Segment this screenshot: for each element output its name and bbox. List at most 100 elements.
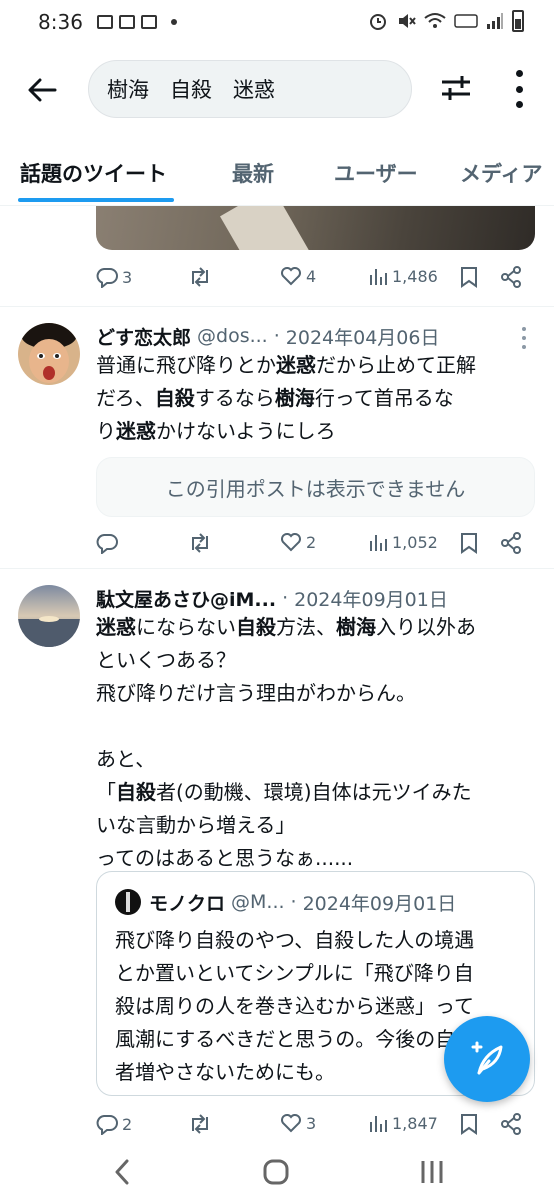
reply-count: 3	[122, 267, 133, 287]
signal-icon	[487, 13, 503, 29]
tab-top[interactable]: 話題のツイート	[20, 158, 167, 188]
tweet-text-line: といくつある？	[96, 648, 236, 672]
avatar-image	[18, 323, 80, 385]
author-handle[interactable]: @dos...	[197, 325, 268, 347]
notification-news-icon	[140, 15, 157, 29]
share-button[interactable]	[500, 532, 522, 554]
notification-dot-icon	[170, 19, 177, 25]
tweet-actions: 2 3 1,847	[96, 1113, 536, 1143]
bookmark-button[interactable]	[460, 532, 478, 554]
tweet-actions: 3 4 1,486	[96, 266, 536, 296]
tweet-text-line: り迷惑かけないようにしろ	[96, 419, 336, 443]
nav-recents-button[interactable]	[410, 1150, 454, 1194]
status-time: 8:36	[38, 10, 83, 34]
quoted-author-handle: @M...	[231, 891, 285, 913]
heart-icon	[281, 1114, 301, 1133]
views-button[interactable]: 1,486	[368, 266, 438, 286]
retweet-button[interactable]	[188, 532, 216, 554]
unavailable-quote-notice: この引用ポストは表示できません	[96, 457, 535, 517]
search-filter-button[interactable]	[438, 70, 474, 106]
alarm-icon	[370, 14, 386, 30]
view-count: 1,847	[392, 1113, 438, 1133]
quoted-author-name: モノクロ	[149, 892, 226, 915]
bookmark-icon	[461, 267, 477, 288]
system-navigation-bar	[0, 1140, 554, 1200]
tab-latest[interactable]: 最新	[232, 158, 274, 188]
compose-post-button[interactable]	[444, 1016, 530, 1102]
nav-back-button[interactable]	[100, 1150, 144, 1194]
author-name[interactable]: 駄文屋あさひ@iM...	[96, 585, 276, 612]
bookmark-icon	[461, 1114, 477, 1135]
more-vertical-icon-dot	[515, 85, 523, 93]
reply-count: 2	[122, 1114, 133, 1134]
views-button[interactable]: 1,847	[368, 1113, 438, 1133]
reply-icon	[96, 534, 118, 554]
retweet-button[interactable]	[188, 266, 216, 288]
views-button[interactable]: 1,052	[368, 532, 438, 552]
more-options-button[interactable]	[504, 70, 534, 108]
tweet-text-line: 迷惑にならない自殺方法、樹海入り以外あ	[96, 615, 476, 639]
search-header: 樹海 自殺 迷惑	[0, 58, 554, 120]
nav-home-button[interactable]	[254, 1150, 298, 1194]
bookmark-button[interactable]	[460, 266, 478, 288]
tweet-text-line: あと、	[96, 747, 156, 771]
reply-icon	[96, 1115, 118, 1135]
tab-people[interactable]: ユーザー	[334, 158, 418, 188]
views-icon	[370, 269, 387, 285]
reply-icon	[96, 268, 118, 288]
battery-icon	[512, 10, 524, 32]
reply-button[interactable]: 2	[96, 1113, 132, 1135]
sliders-icon	[442, 76, 470, 100]
quoted-text-line: 飛び降り自殺のやつ、自殺した人の境遇	[115, 928, 475, 952]
chevron-left-icon	[115, 1159, 129, 1185]
views-icon	[370, 1116, 387, 1132]
tab-media[interactable]: メディア	[460, 158, 543, 188]
heart-icon	[281, 267, 301, 286]
like-button[interactable]: 3	[280, 1113, 316, 1133]
share-icon	[501, 1113, 521, 1135]
tweet-text: 普通に飛び降りとか迷惑だから止めて正解 だろ、自殺するなら樹海行って首吊るな り…	[96, 349, 536, 448]
views-icon	[370, 535, 387, 551]
tweet-feed[interactable]: 3 4 1,486 どす恋太郎 @dos... · 2024年04月06日 普通…	[0, 206, 554, 1146]
share-icon	[501, 266, 521, 288]
tweet-divider	[0, 568, 554, 569]
tweet-header: どす恋太郎 @dos... · 2024年04月06日	[96, 321, 508, 351]
view-count: 1,486	[392, 266, 438, 286]
author-name[interactable]: どす恋太郎	[96, 323, 191, 350]
tweet-text-line: 普通に飛び降りとか迷惑だから止めて正解	[96, 353, 476, 377]
avatar[interactable]	[18, 323, 80, 385]
tweet-actions: 2 1,052	[96, 532, 536, 562]
quoted-avatar	[115, 889, 141, 915]
notification-mail-icon	[118, 15, 135, 29]
search-input[interactable]: 樹海 自殺 迷惑	[88, 60, 412, 118]
mute-icon	[399, 14, 416, 28]
tweet-text-line: 「自殺者(の動機、環境)自体は元ツイみた	[96, 780, 472, 804]
share-button[interactable]	[500, 1113, 522, 1135]
quoted-tweet-date: 2024年09月01日	[302, 892, 457, 915]
tweet-menu-button[interactable]	[520, 327, 528, 349]
header-separator: ·	[273, 325, 280, 347]
avatar-image	[18, 585, 80, 647]
home-circle-icon	[263, 1159, 289, 1185]
reply-button[interactable]	[96, 532, 122, 554]
tweet-date[interactable]: 2024年04月06日	[286, 323, 440, 350]
wifi-icon	[424, 13, 446, 28]
quoted-tweet-header: モノクロ @M... · 2024年09月01日	[115, 886, 456, 918]
notification-icons	[96, 15, 177, 29]
back-button[interactable]	[22, 70, 62, 110]
like-button[interactable]: 2	[280, 532, 316, 552]
status-bar: 8:36	[0, 0, 554, 44]
tweet-text-line: いな言動から増える」	[96, 813, 296, 837]
share-button[interactable]	[500, 266, 522, 288]
reply-button[interactable]: 3	[96, 266, 132, 288]
bookmark-icon	[461, 533, 477, 554]
system-icons	[368, 10, 524, 32]
bookmark-button[interactable]	[460, 1113, 478, 1135]
tweet-media-image[interactable]	[96, 206, 535, 250]
tweet-date[interactable]: 2024年09月01日	[294, 585, 448, 612]
retweet-button[interactable]	[188, 1113, 216, 1135]
tweet-header: 駄文屋あさひ@iM... · 2024年09月01日	[96, 583, 508, 613]
avatar[interactable]	[18, 585, 80, 647]
like-button[interactable]: 4	[280, 266, 316, 286]
more-vertical-icon-dot	[515, 70, 523, 77]
